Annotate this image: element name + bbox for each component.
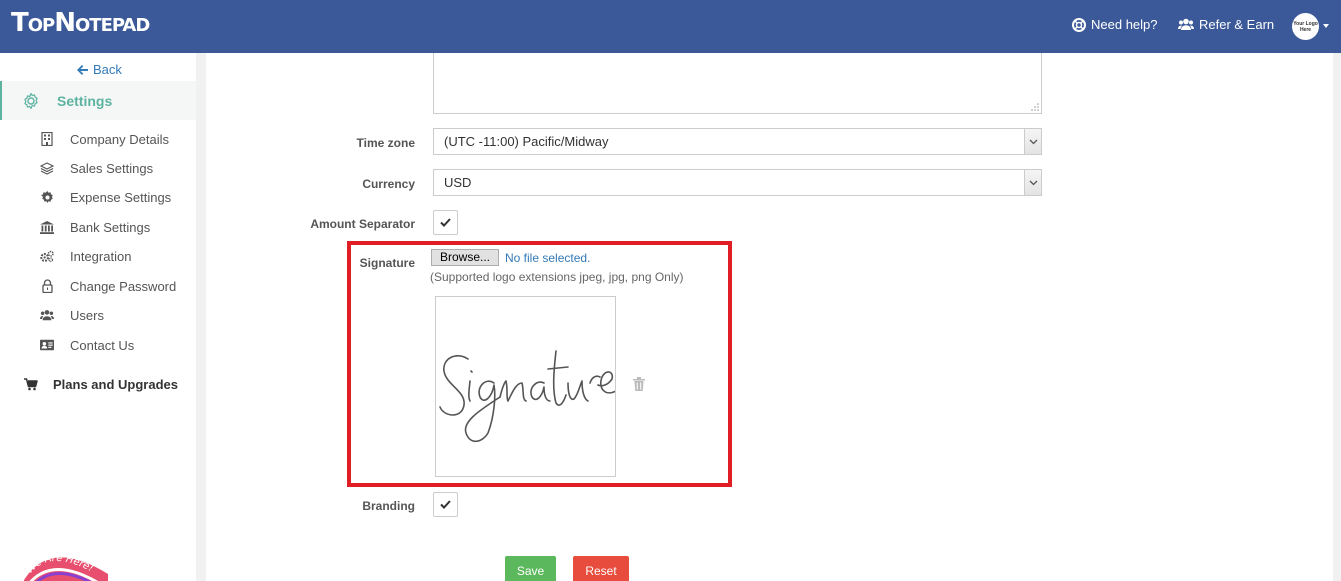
layers-icon bbox=[40, 161, 54, 175]
need-help-link[interactable]: Need help? bbox=[1072, 17, 1158, 32]
page-scrollbar[interactable] bbox=[1333, 53, 1341, 581]
cart-icon bbox=[24, 378, 38, 391]
chevron-down-icon bbox=[1024, 170, 1041, 195]
users-icon bbox=[40, 308, 54, 322]
app-logo[interactable]: TopNotepad bbox=[11, 8, 150, 38]
sidebar-item-sales-settings[interactable]: Sales Settings bbox=[0, 157, 196, 181]
bank-icon bbox=[40, 220, 54, 234]
address-textarea[interactable] bbox=[433, 53, 1042, 114]
cogs-icon bbox=[40, 249, 54, 263]
sidebar-item-label: Contact Us bbox=[70, 338, 135, 353]
no-file-text: No file selected. bbox=[505, 251, 591, 265]
gear-icon bbox=[40, 190, 54, 204]
save-button[interactable]: Save bbox=[505, 556, 556, 581]
branding-label: Branding bbox=[362, 499, 415, 513]
sidebar-item-label: Expense Settings bbox=[70, 190, 172, 205]
sidebar-item-contact-us[interactable]: Contact Us bbox=[0, 334, 196, 358]
check-icon bbox=[440, 500, 451, 509]
sidebar-item-expense-settings[interactable]: Expense Settings bbox=[0, 186, 196, 210]
trash-icon[interactable] bbox=[633, 377, 645, 391]
lifebuoy-icon bbox=[1072, 17, 1086, 32]
sidebar-item-label: Company Details bbox=[70, 132, 169, 147]
back-link[interactable]: Back bbox=[77, 62, 122, 77]
sidebar: Back Settings Company Details Sales Sett… bbox=[0, 53, 196, 581]
sidebar-item-company-details[interactable]: Company Details bbox=[0, 128, 196, 152]
signature-drawing bbox=[439, 350, 615, 443]
gear-icon bbox=[24, 92, 38, 110]
browse-button[interactable]: Browse... bbox=[431, 249, 499, 266]
currency-value: USD bbox=[444, 175, 472, 190]
settings-form-panel: Time zone (UTC -11:00) Pacific/Midway Cu… bbox=[206, 53, 1333, 581]
sidebar-item-label: Integration bbox=[70, 249, 132, 264]
currency-select[interactable]: USD bbox=[433, 169, 1042, 196]
refer-earn-link[interactable]: Refer & Earn bbox=[1178, 17, 1274, 32]
lock-icon bbox=[40, 279, 54, 293]
resize-grip-icon[interactable] bbox=[1031, 103, 1039, 111]
check-icon bbox=[440, 218, 451, 227]
timezone-value: (UTC -11:00) Pacific/Midway bbox=[444, 134, 609, 149]
refer-earn-label: Refer & Earn bbox=[1199, 17, 1275, 32]
sidebar-item-bank-settings[interactable]: Bank Settings bbox=[0, 216, 196, 240]
top-navbar: TopNotepad Need help? Refer & Earn Your … bbox=[0, 0, 1341, 53]
building-icon bbox=[40, 132, 54, 146]
sidebar-item-label: Bank Settings bbox=[70, 220, 151, 235]
sidebar-item-label: Sales Settings bbox=[70, 161, 154, 176]
reset-button[interactable]: Reset bbox=[573, 556, 629, 581]
sidebar-divider bbox=[196, 53, 206, 581]
contact-card-icon bbox=[40, 338, 54, 352]
branding-checkbox[interactable] bbox=[433, 492, 458, 517]
back-label: Back bbox=[93, 62, 122, 77]
signature-image bbox=[435, 296, 616, 477]
currency-label: Currency bbox=[362, 177, 415, 191]
chevron-down-icon bbox=[1024, 129, 1041, 154]
arrow-left-icon bbox=[77, 64, 88, 75]
avatar[interactable]: Your Logo Here bbox=[1292, 13, 1319, 40]
users-icon bbox=[1178, 18, 1194, 30]
sidebar-item-settings[interactable]: Settings bbox=[0, 81, 196, 120]
amount-separator-checkbox[interactable] bbox=[433, 210, 458, 235]
amount-separator-label: Amount Separator bbox=[310, 217, 415, 231]
need-help-label: Need help? bbox=[1091, 17, 1158, 32]
timezone-label: Time zone bbox=[356, 136, 415, 150]
caret-down-icon[interactable] bbox=[1323, 24, 1329, 28]
sidebar-item-label: Change Password bbox=[70, 279, 177, 294]
signature-label: Signature bbox=[359, 256, 415, 270]
plans-label: Plans and Upgrades bbox=[53, 377, 178, 392]
sidebar-item-integration[interactable]: Integration bbox=[0, 245, 196, 269]
sidebar-item-plans-upgrades[interactable]: Plans and Upgrades bbox=[0, 375, 196, 399]
sidebar-item-change-password[interactable]: Change Password bbox=[0, 275, 196, 299]
settings-label: Settings bbox=[57, 93, 113, 109]
supported-extensions-text: (Supported logo extensions jpeg, jpg, pn… bbox=[430, 270, 684, 284]
sidebar-item-users[interactable]: Users bbox=[0, 304, 196, 328]
timezone-select[interactable]: (UTC -11:00) Pacific/Midway bbox=[433, 128, 1042, 155]
we-are-here-badge[interactable]: We Are Here! bbox=[22, 540, 112, 581]
sidebar-item-label: Users bbox=[70, 308, 104, 323]
